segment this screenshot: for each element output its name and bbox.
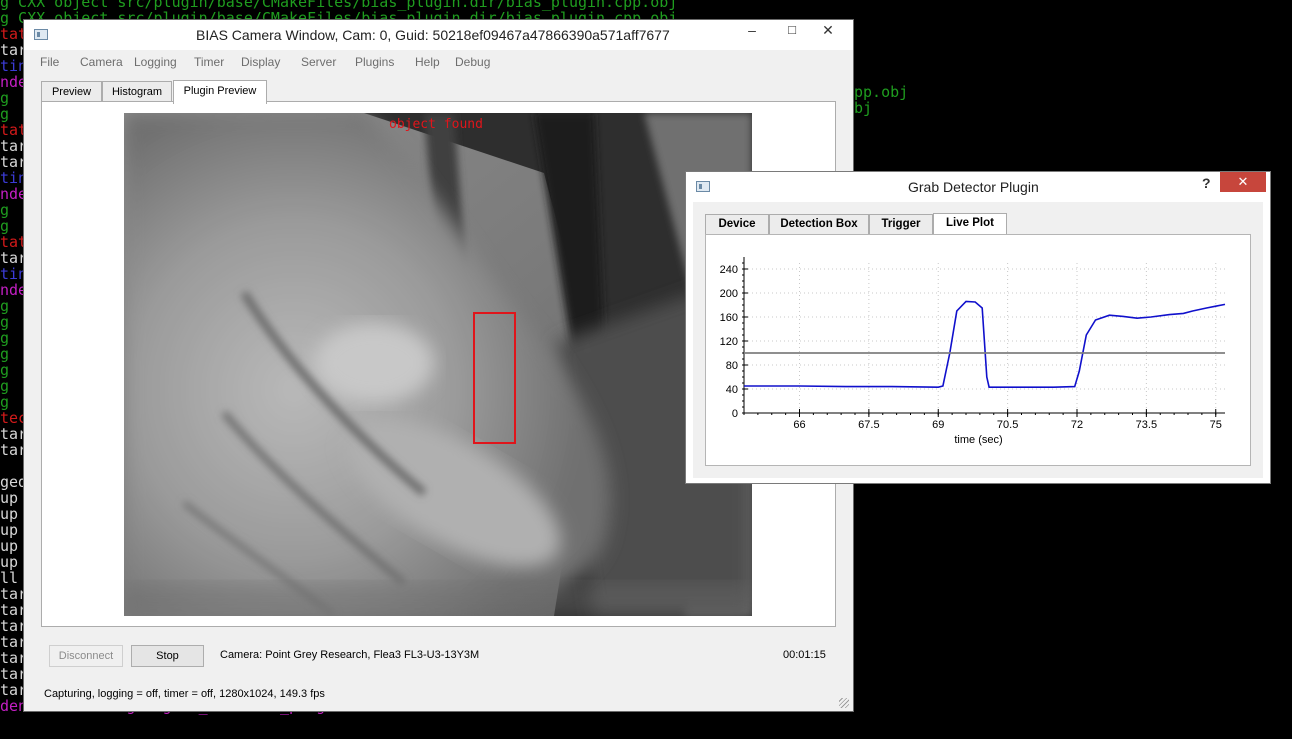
terminal-line: g <box>0 217 10 235</box>
x-tick-label: 72 <box>1071 419 1083 431</box>
terminal-line: up <box>0 521 19 539</box>
terminal-line: pp.obj <box>854 83 909 101</box>
elapsed-time-label: 00:01:15 <box>783 649 826 661</box>
terminal-line: g <box>0 393 10 411</box>
y-tick-label: 200 <box>720 288 738 300</box>
tab-histogram[interactable]: Histogram <box>102 81 172 103</box>
y-tick-label: 160 <box>720 312 738 324</box>
terminal-line: g <box>0 377 10 395</box>
camera-info-label: Camera: Point Grey Research, Flea3 FL3-U… <box>220 649 480 661</box>
tab-live-plot[interactable]: Live Plot <box>933 213 1007 234</box>
object-found-label: object found <box>389 117 483 132</box>
terminal-line: g <box>0 361 10 379</box>
maximize-icon[interactable]: □ <box>780 20 804 40</box>
terminal-line: g <box>0 201 10 219</box>
y-tick-label: 0 <box>732 408 738 420</box>
x-tick-label: 75 <box>1210 419 1222 431</box>
grab-window-title: Grab Detector Plugin <box>908 179 1039 195</box>
status-bar-text: Capturing, logging = off, timer = off, 1… <box>44 688 325 700</box>
terminal-line: bj <box>854 99 873 117</box>
camera-window-title: BIAS Camera Window, Cam: 0, Guid: 50218e… <box>196 27 670 43</box>
stop-button[interactable]: Stop <box>131 645 204 667</box>
tab-device[interactable]: Device <box>705 214 769 234</box>
live-plot-chart: 66 67.5 69 70.5 72 73.5 75 0 40 80 120 160 200 240 tim… <box>720 257 1226 446</box>
y-tick-label: 80 <box>726 360 738 372</box>
x-tick-label: 66 <box>793 419 805 431</box>
grab-window-body: Device Detection Box Trigger Live Plot 6… <box>693 202 1263 478</box>
camera-frame-graphic <box>124 113 752 616</box>
terminal-line: g <box>0 105 10 123</box>
x-axis-label: time (sec) <box>954 434 1002 446</box>
menu-item-debug[interactable]: Debug <box>455 55 490 69</box>
window-app-icon <box>696 181 710 192</box>
live-plot-panel: 66 67.5 69 70.5 72 73.5 75 0 40 80 120 160 200 240 tim… <box>705 234 1251 466</box>
disconnect-button[interactable]: Disconnect <box>49 645 123 667</box>
close-icon[interactable]: ✕ <box>806 20 850 40</box>
menu-item-help[interactable]: Help <box>415 55 440 69</box>
window-app-icon <box>34 29 48 40</box>
menu-item-camera[interactable]: Camera <box>80 55 123 69</box>
tab-preview[interactable]: Preview <box>41 81 102 103</box>
help-icon[interactable]: ? <box>1202 175 1211 191</box>
grab-detector-window: Grab Detector Plugin ? ✕ Device Detectio… <box>685 171 1271 484</box>
x-tick-label: 70.5 <box>997 419 1018 431</box>
menu-bar: File Camera Logging Timer Display Server Plugi… <box>24 50 853 74</box>
menu-item-file[interactable]: File <box>40 55 59 69</box>
terminal-line: up <box>0 505 19 523</box>
terminal-line: g <box>0 89 10 107</box>
series-line <box>744 300 1226 389</box>
y-tick-label: 240 <box>720 264 738 276</box>
terminal-line: g <box>0 329 10 347</box>
terminal-line: up <box>0 489 19 507</box>
camera-window-titlebar[interactable]: BIAS Camera Window, Cam: 0, Guid: 50218e… <box>24 20 853 50</box>
terminal-line: ll <box>0 569 19 587</box>
x-tick-label: 73.5 <box>1136 419 1157 431</box>
terminal-line: g <box>0 313 10 331</box>
tab-trigger[interactable]: Trigger <box>869 214 933 234</box>
y-tick-label: 120 <box>720 336 738 348</box>
y-tick-label: 40 <box>726 384 738 396</box>
menu-item-display[interactable]: Display <box>241 55 280 69</box>
close-icon[interactable]: ✕ <box>1220 172 1266 192</box>
menu-item-logging[interactable]: Logging <box>134 55 177 69</box>
x-tick-label: 69 <box>932 419 944 431</box>
terminal-line: g <box>0 345 10 363</box>
menu-item-plugins[interactable]: Plugins <box>355 55 394 69</box>
menu-item-server[interactable]: Server <box>301 55 336 69</box>
minimize-icon[interactable]: – <box>740 20 764 40</box>
terminal-line: g <box>0 297 10 315</box>
grab-window-titlebar[interactable]: Grab Detector Plugin ? ✕ <box>686 172 1270 200</box>
menu-item-timer[interactable]: Timer <box>194 55 224 69</box>
x-tick-label: 67.5 <box>858 419 879 431</box>
resize-grip-icon[interactable] <box>839 698 849 708</box>
tab-detection-box[interactable]: Detection Box <box>769 214 869 234</box>
tab-plugin-preview[interactable]: Plugin Preview <box>173 80 267 104</box>
camera-image: object found <box>124 113 752 616</box>
terminal-line: up <box>0 537 19 555</box>
terminal-line: up <box>0 553 19 571</box>
